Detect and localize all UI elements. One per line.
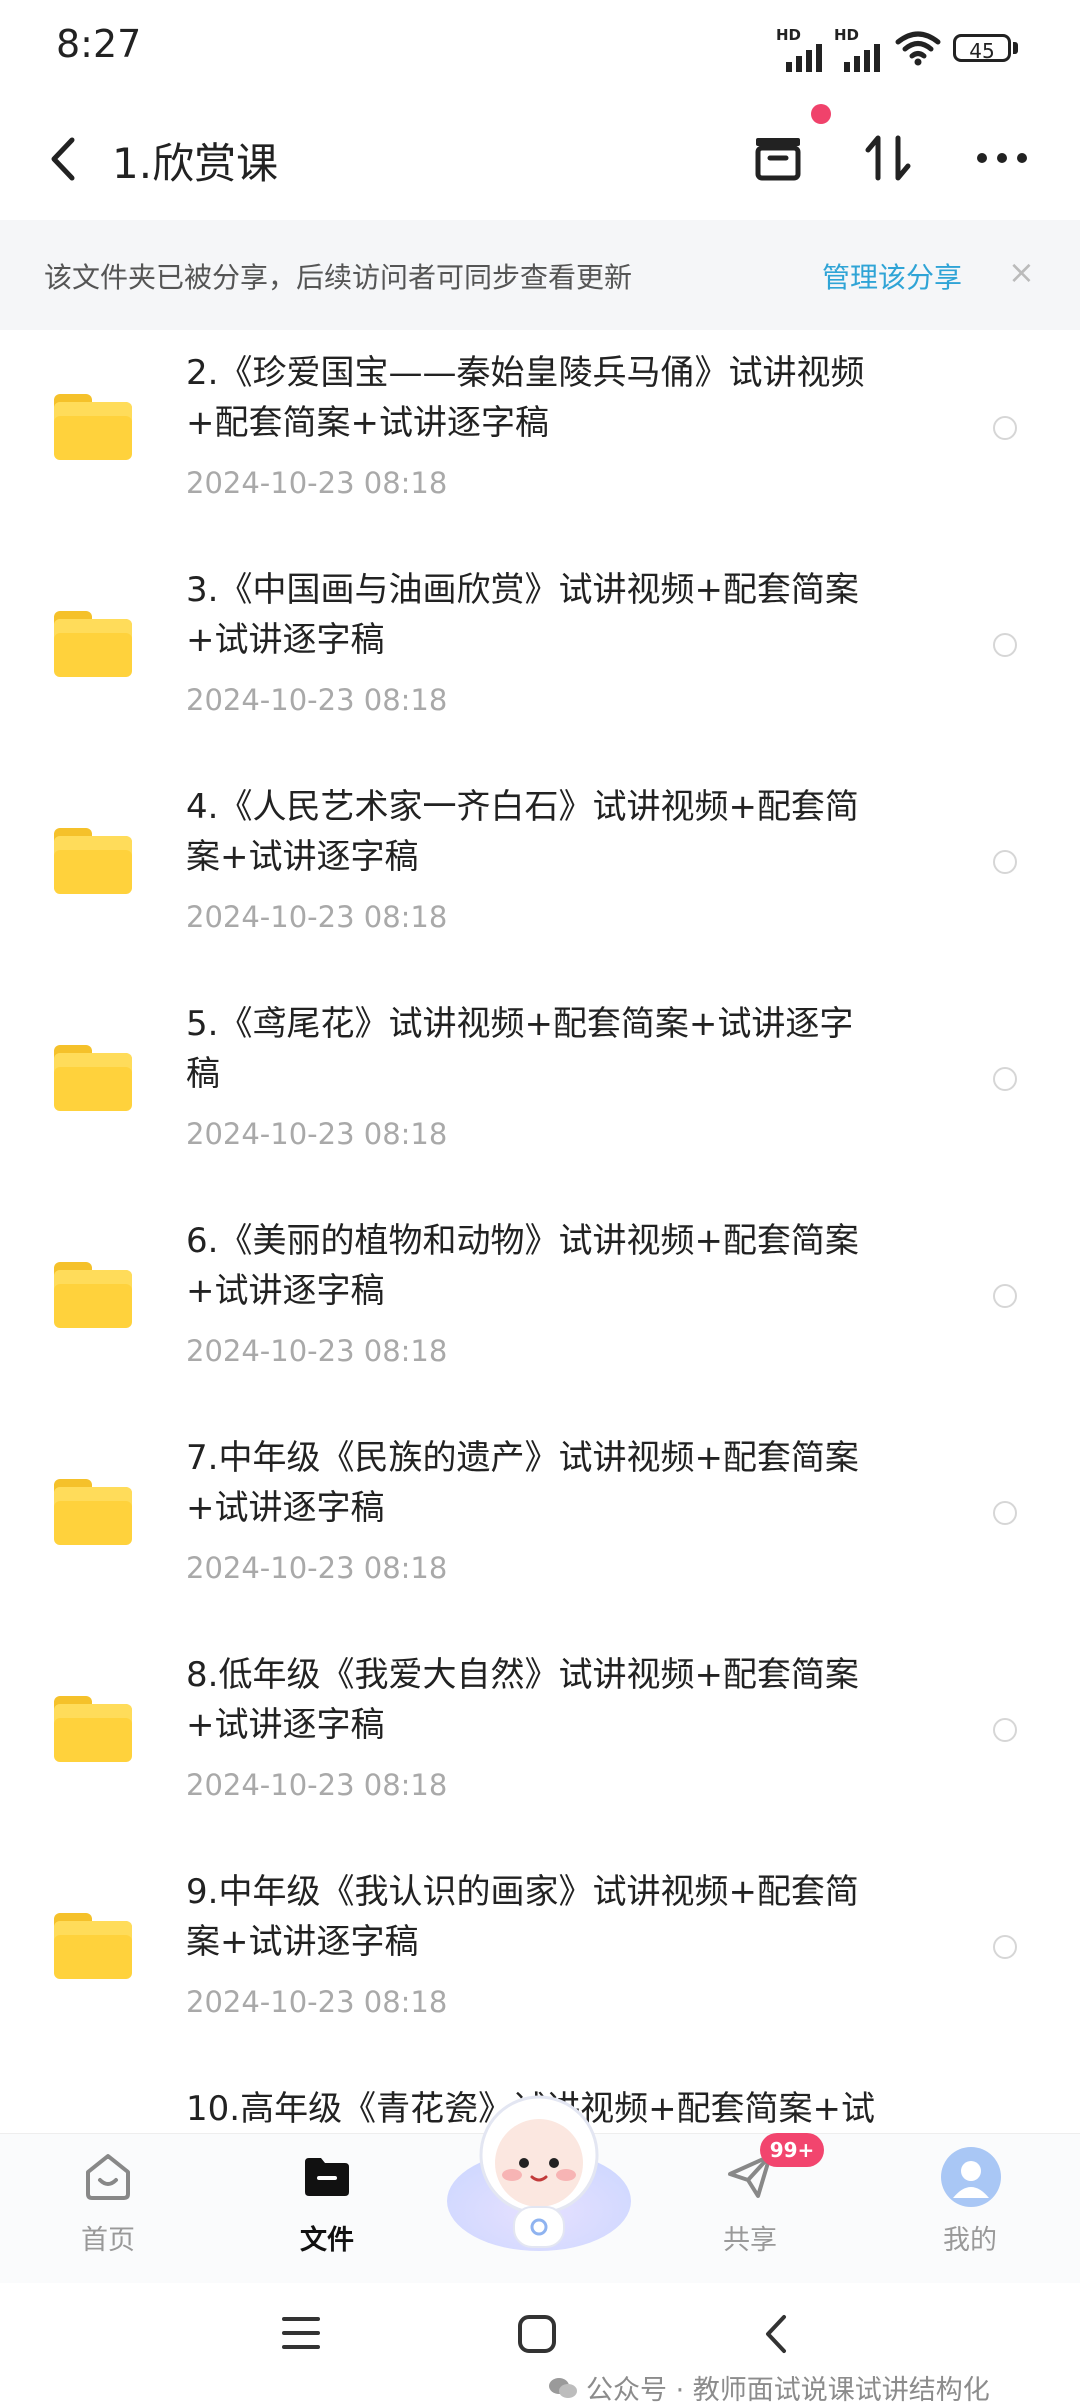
file-title: 6.《美丽的植物和动物》试讲视频+配套简案 +试讲逐字稿	[186, 1221, 859, 1311]
back-arrow-icon[interactable]	[44, 134, 88, 184]
tab-home[interactable]: 首页	[38, 2134, 178, 2284]
file-title: 2.《珍爱国宝——秦始皇陵兵马俑》试讲视频 +配套简案+试讲逐字稿	[186, 353, 865, 443]
list-item[interactable]: 5.《鸢尾花》试讲视频+配套简案+试讲逐字稿 2024-10-23 08:18	[0, 981, 1080, 1198]
tab-home-label: 首页	[81, 2225, 135, 2256]
home-button-icon[interactable]	[516, 2313, 558, 2355]
select-radio[interactable]	[993, 1501, 1017, 1525]
folder-icon	[54, 394, 132, 460]
avatar-icon	[941, 2147, 1001, 2207]
file-title: 4.《人民艺术家一齐白石》试讲视频+配套简 案+试讲逐字稿	[186, 787, 859, 877]
select-radio[interactable]	[993, 1067, 1017, 1091]
select-radio[interactable]	[993, 850, 1017, 874]
mascot-assistant-button[interactable]	[444, 2083, 634, 2253]
battery-tip	[1013, 42, 1018, 54]
file-date: 2024-10-23 08:18	[186, 1117, 448, 1151]
list-item[interactable]: 2.《珍爱国宝——秦始皇陵兵马俑》试讲视频 +配套简案+试讲逐字稿 2024-10…	[0, 330, 1080, 547]
file-title: 7.中年级《民族的遗产》试讲视频+配套简案 +试讲逐字稿	[186, 1438, 859, 1528]
more-icon[interactable]	[970, 126, 1034, 190]
banner-text: 该文件夹已被分享，后续访问者可同步查看更新	[44, 261, 633, 294]
file-date: 2024-10-23 08:18	[186, 900, 448, 934]
select-radio[interactable]	[993, 1718, 1017, 1742]
file-date: 2024-10-23 08:18	[186, 683, 448, 717]
list-item[interactable]: 7.中年级《民族的遗产》试讲视频+配套简案 +试讲逐字稿 2024-10-23 0…	[0, 1415, 1080, 1632]
close-icon[interactable]: ×	[1008, 256, 1035, 288]
home-icon	[86, 2154, 130, 2200]
list-item[interactable]: 4.《人民艺术家一齐白石》试讲视频+配套简 案+试讲逐字稿 2024-10-23 …	[0, 764, 1080, 981]
sort-icon[interactable]	[856, 126, 920, 190]
signal-label: HD	[776, 26, 802, 44]
list-item[interactable]: 8.低年级《我爱大自然》试讲视频+配套简案 +试讲逐字稿 2024-10-23 0…	[0, 1632, 1080, 1849]
list-item[interactable]: 6.《美丽的植物和动物》试讲视频+配套简案 +试讲逐字稿 2024-10-23 0…	[0, 1198, 1080, 1415]
battery-icon: 45	[953, 34, 1011, 63]
watermark: 公众号 · 教师面试说课试讲结构化	[548, 2368, 990, 2407]
menu-icon[interactable]	[280, 2313, 322, 2353]
folder-icon	[54, 1262, 132, 1328]
select-radio[interactable]	[993, 1284, 1017, 1308]
wechat-icon	[549, 2377, 577, 2398]
file-date: 2024-10-23 08:18	[186, 1334, 448, 1368]
wifi-icon	[895, 31, 941, 66]
select-radio[interactable]	[993, 416, 1017, 440]
tab-files[interactable]: 文件	[257, 2134, 397, 2284]
signal-label: HD	[834, 26, 860, 44]
manage-share-link[interactable]: 管理该分享	[822, 256, 962, 296]
file-title: 8.低年级《我爱大自然》试讲视频+配套简案 +试讲逐字稿	[186, 1655, 859, 1745]
status-time: 8:27	[56, 22, 142, 66]
tab-mine-label: 我的	[943, 2225, 997, 2256]
status-bar: 8:27 HD HD 45	[0, 0, 1080, 96]
file-list: 2.《珍爱国宝——秦始皇陵兵马俑》试讲视频 +配套简案+试讲逐字稿 2024-10…	[0, 330, 1080, 2133]
folder-icon	[305, 2158, 349, 2196]
signal-icon: HD	[834, 26, 886, 72]
signal-icon: HD	[776, 26, 828, 72]
share-banner: 该文件夹已被分享，后续访问者可同步查看更新 管理该分享 ×	[0, 220, 1080, 330]
folder-icon	[54, 1913, 132, 1979]
list-item[interactable]: 9.中年级《我认识的画家》试讲视频+配套简 案+试讲逐字稿 2024-10-23 …	[0, 1849, 1080, 2066]
notification-dot	[811, 104, 831, 124]
file-date: 2024-10-23 08:18	[186, 1551, 448, 1585]
folder-icon	[54, 1045, 132, 1111]
tab-mine[interactable]: 我的	[900, 2134, 1040, 2284]
folder-icon	[54, 1479, 132, 1545]
file-title: 9.中年级《我认识的画家》试讲视频+配套简 案+试讲逐字稿	[186, 1872, 859, 1962]
header: 1.欣赏课	[0, 96, 1080, 220]
archive-icon[interactable]	[746, 126, 810, 190]
tab-files-label: 文件	[300, 2225, 354, 2256]
file-date: 2024-10-23 08:18	[186, 466, 448, 500]
watermark-text: 公众号 · 教师面试说课试讲结构化	[586, 2375, 990, 2406]
back-nav-icon[interactable]	[758, 2313, 794, 2355]
folder-icon	[54, 828, 132, 894]
tab-share-label: 共享	[723, 2225, 777, 2256]
folder-icon	[54, 611, 132, 677]
notification-badge: 99+	[760, 2133, 824, 2167]
list-item[interactable]: 3.《中国画与油画欣赏》试讲视频+配套简案 +试讲逐字稿 2024-10-23 0…	[0, 547, 1080, 764]
folder-icon	[54, 1696, 132, 1762]
select-radio[interactable]	[993, 633, 1017, 657]
select-radio[interactable]	[993, 1935, 1017, 1959]
file-title: 5.《鸢尾花》试讲视频+配套简案+试讲逐字稿	[186, 1004, 854, 1094]
page-title: 1.欣赏课	[112, 139, 279, 188]
file-date: 2024-10-23 08:18	[186, 1985, 448, 2019]
file-title: 3.《中国画与油画欣赏》试讲视频+配套简案 +试讲逐字稿	[186, 570, 859, 660]
file-date: 2024-10-23 08:18	[186, 1768, 448, 1802]
